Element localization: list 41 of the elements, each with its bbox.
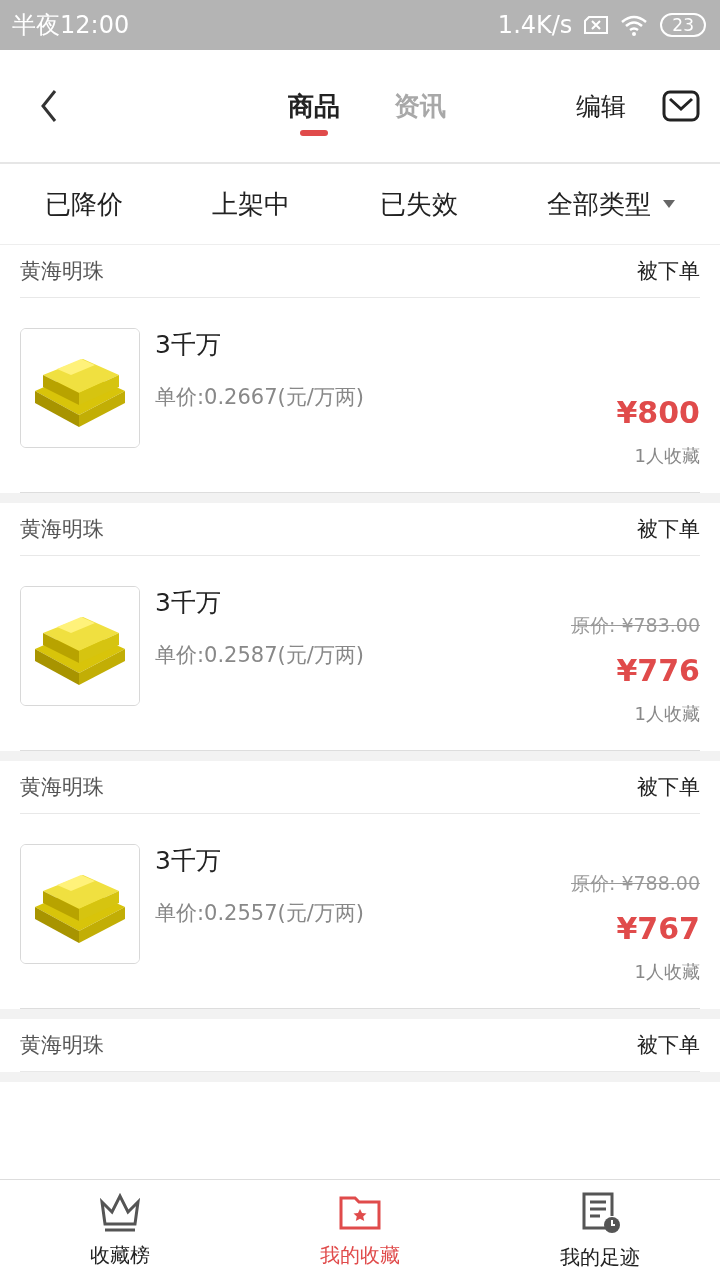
nav-tab[interactable]: 我的收藏 <box>240 1180 480 1280</box>
edit-button[interactable]: 编辑 <box>576 89 626 123</box>
status-time: 半夜12:00 <box>12 10 130 41</box>
tab-indicator <box>300 130 328 136</box>
product-name: 3千万 <box>155 329 222 361</box>
unit-price: 单价:0.2557(元/万两) <box>155 900 365 927</box>
crown-icon <box>98 1191 142 1232</box>
filter-tab[interactable]: 上架中 <box>212 186 291 222</box>
wifi-icon <box>620 14 649 36</box>
unit-price: 单价:0.2587(元/万两) <box>155 642 365 669</box>
header-tab[interactable]: 商品 <box>288 76 340 136</box>
favorite-count: 1人收藏 <box>634 444 700 468</box>
order-status: 被下单 <box>637 1032 700 1059</box>
filter-tab[interactable]: 已失效 <box>379 186 458 222</box>
seller-name: 黄海明珠 <box>20 774 104 801</box>
product-name: 3千万 <box>155 587 222 619</box>
price: ¥767 <box>616 911 700 946</box>
filter-tab[interactable]: 已降价 <box>44 186 123 222</box>
price: ¥776 <box>616 653 700 688</box>
seller-name: 黄海明珠 <box>20 258 104 285</box>
seller-name: 黄海明珠 <box>20 1032 104 1059</box>
order-status: 被下单 <box>637 258 700 285</box>
original-price: 原价: ¥783.00 <box>571 613 700 638</box>
network-speed: 1.4K/s <box>497 11 573 39</box>
order-status: 被下单 <box>637 774 700 801</box>
back-icon[interactable] <box>40 89 58 123</box>
nav-tab[interactable]: 我的足迹 <box>480 1180 720 1280</box>
favorite-count: 1人收藏 <box>634 702 700 726</box>
seller-name: 黄海明珠 <box>20 516 104 543</box>
unit-price: 单价:0.2667(元/万两) <box>155 384 365 411</box>
nav-tab[interactable]: 收藏榜 <box>0 1180 240 1280</box>
filter-tab[interactable]: 全部类型 <box>547 186 676 222</box>
product-name: 3千万 <box>155 845 222 877</box>
order-status: 被下单 <box>637 516 700 543</box>
price: ¥800 <box>616 395 700 430</box>
original-price: 原价: ¥788.00 <box>571 871 700 896</box>
caret-icon <box>663 200 676 208</box>
sim-icon <box>584 16 609 34</box>
battery-level: 23 <box>660 13 706 37</box>
favorite-count: 1人收藏 <box>634 960 700 984</box>
mail-icon[interactable] <box>662 90 700 122</box>
